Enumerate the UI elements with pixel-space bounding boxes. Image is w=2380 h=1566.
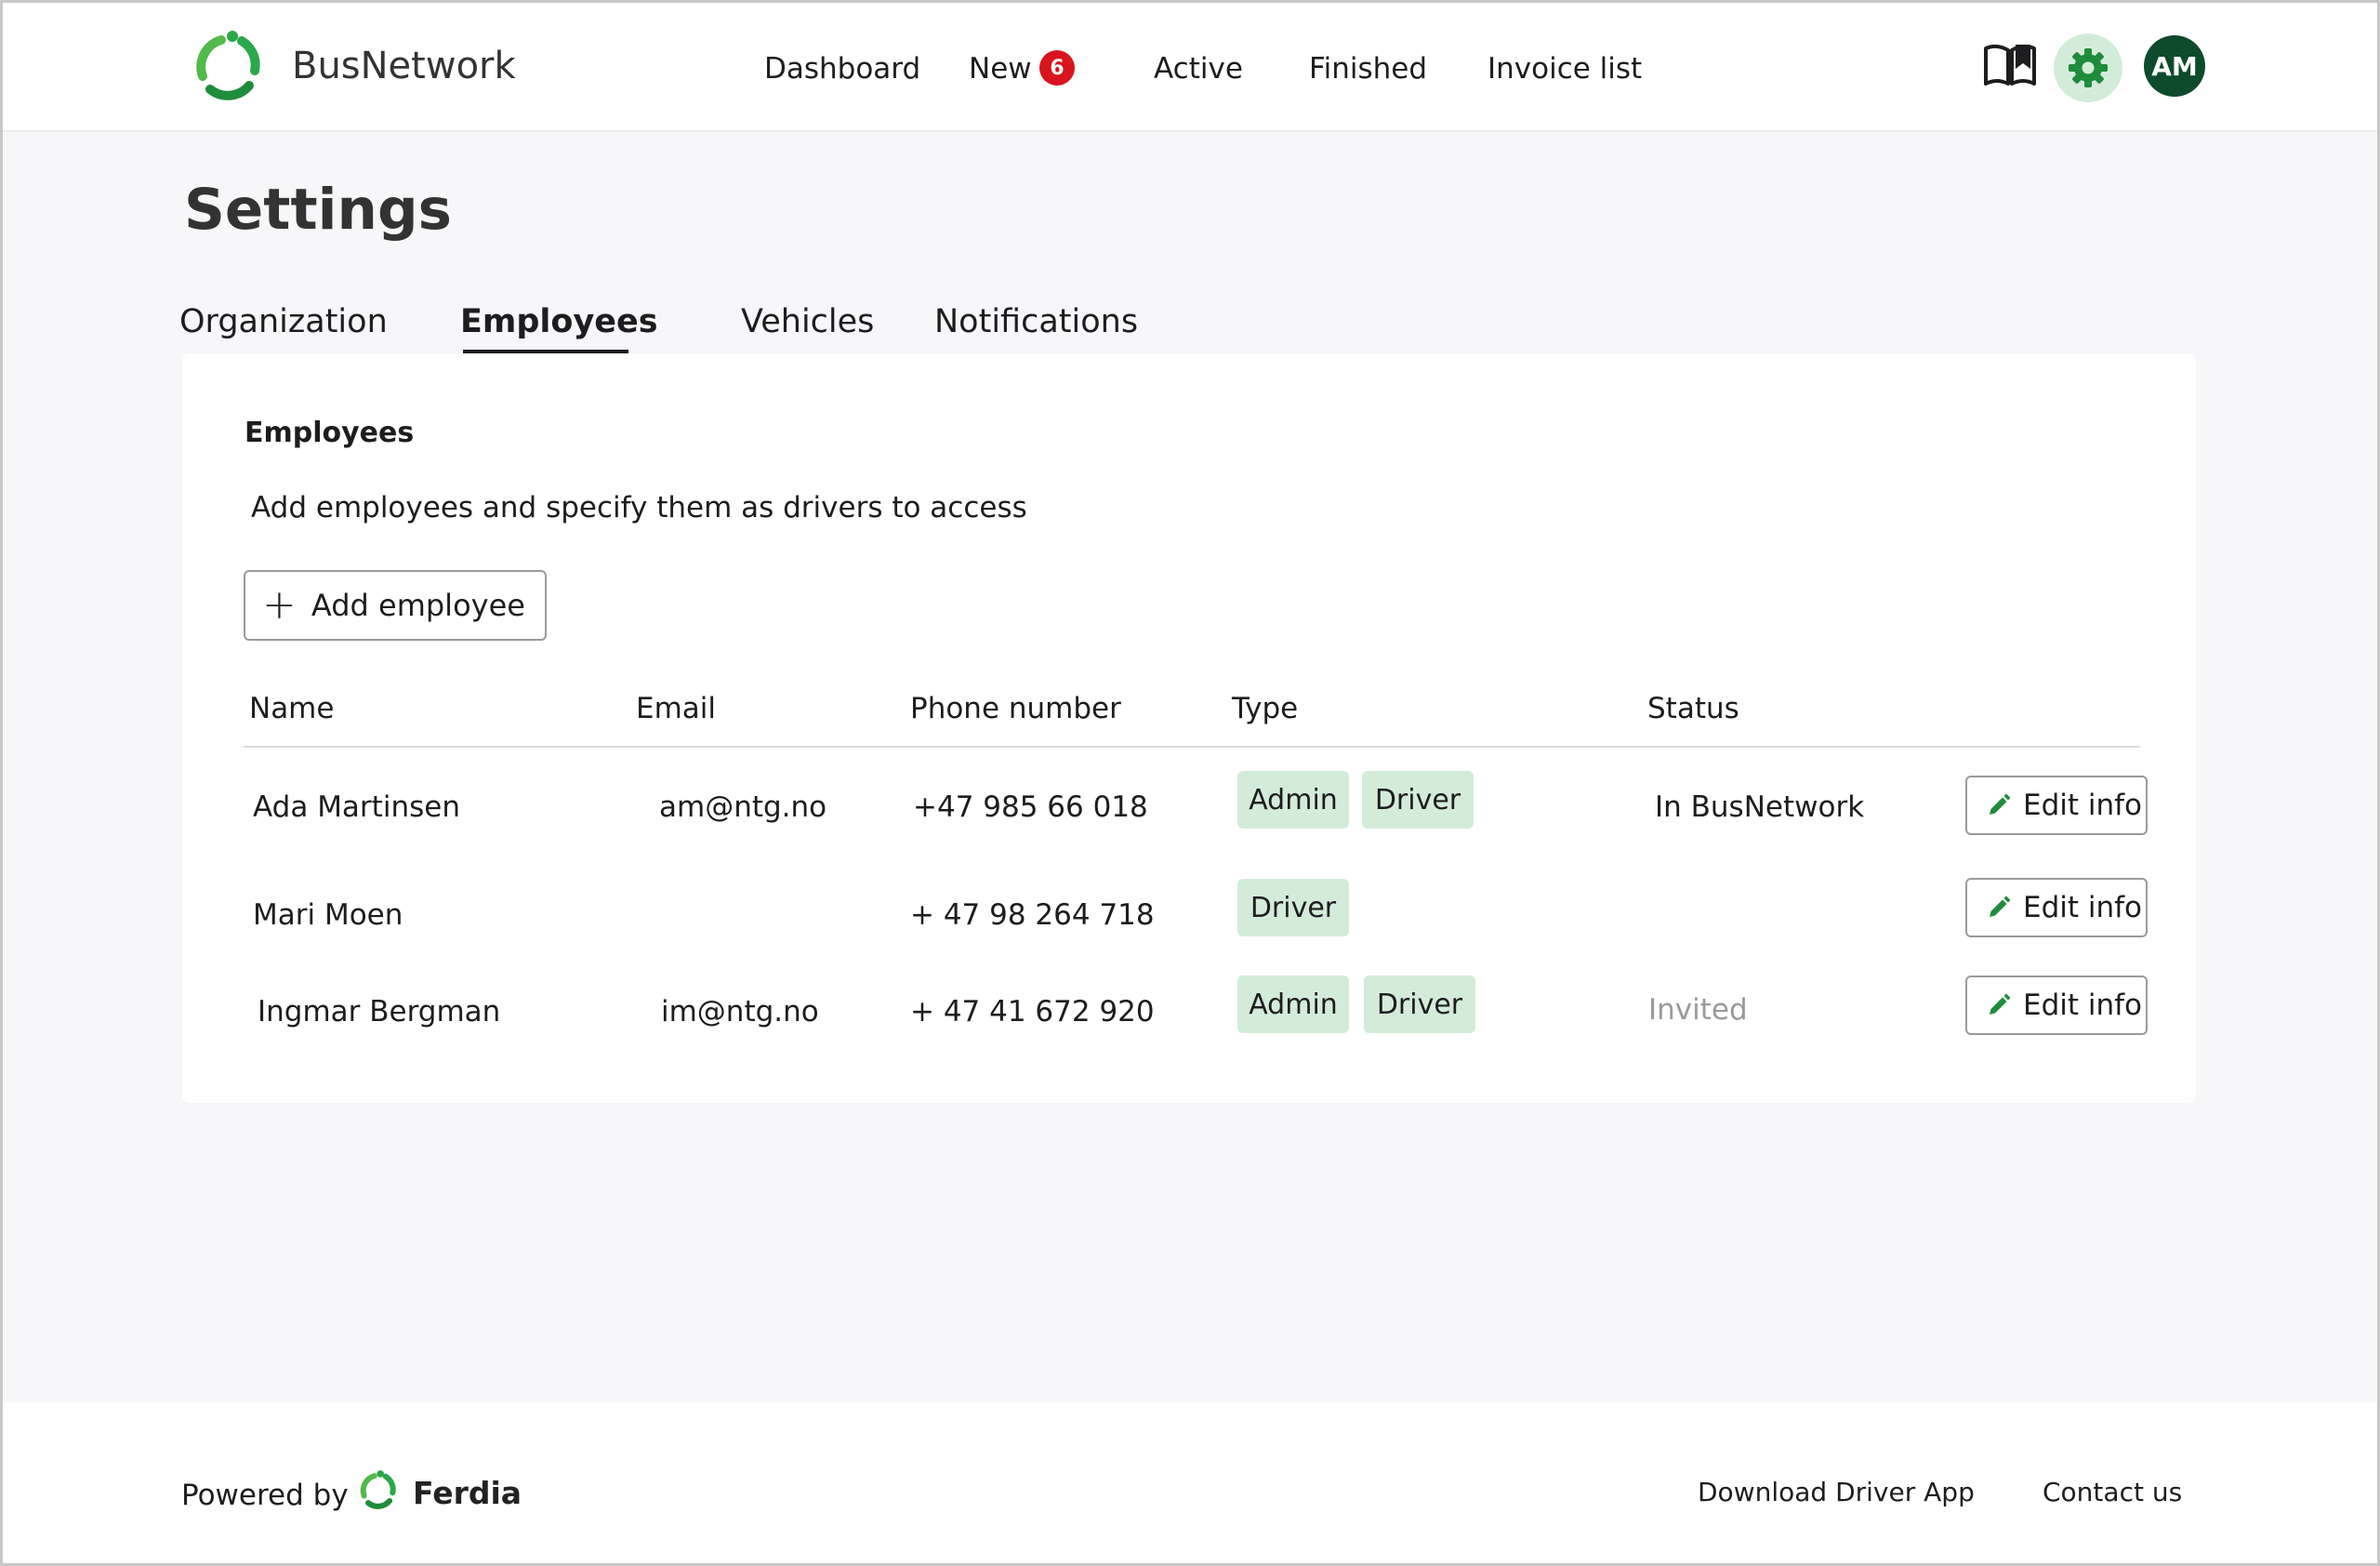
nav-finished[interactable]: Finished xyxy=(1309,52,1427,86)
column-header-type: Type xyxy=(1232,692,1299,725)
busnetwork-logo-icon[interactable] xyxy=(190,28,268,106)
plus-icon: + xyxy=(262,581,297,629)
edit-info-button[interactable]: Edit info xyxy=(1965,975,2148,1035)
employee-name: Mari Moen xyxy=(253,898,403,932)
nav-dashboard[interactable]: Dashboard xyxy=(764,52,920,86)
type-tag-admin: Admin xyxy=(1237,975,1349,1033)
book-icon[interactable] xyxy=(1982,41,2038,89)
section-description: Add employees and specify them as driver… xyxy=(251,491,1027,524)
employee-name: Ada Martinsen xyxy=(253,790,460,824)
download-driver-app-link[interactable]: Download Driver App xyxy=(1698,1477,1975,1507)
type-tag-driver: Driver xyxy=(1237,879,1349,936)
employee-phone: + 47 41 672 920 xyxy=(910,995,1155,1029)
nav-new[interactable]: New xyxy=(969,52,1032,86)
column-header-status: Status xyxy=(1647,692,1739,725)
tab-employees[interactable]: Employees xyxy=(460,303,658,340)
type-tag-admin: Admin xyxy=(1237,771,1349,829)
employee-email: im@ntg.no xyxy=(661,995,819,1029)
tab-notifications[interactable]: Notifications xyxy=(934,303,1138,340)
edit-info-label: Edit info xyxy=(2023,891,2143,924)
employees-card xyxy=(182,353,2196,1103)
edit-info-button[interactable]: Edit info xyxy=(1965,878,2148,937)
edit-info-button[interactable]: Edit info xyxy=(1965,776,2148,835)
column-header-name: Name xyxy=(249,692,335,725)
add-employee-button[interactable]: + Add employee xyxy=(244,570,547,641)
gear-icon xyxy=(2069,48,2108,87)
employee-status: Invited xyxy=(1648,993,1748,1027)
brand-name[interactable]: BusNetwork xyxy=(292,45,516,87)
contact-us-link[interactable]: Contact us xyxy=(2043,1477,2182,1507)
pencil-icon xyxy=(1990,793,2011,815)
type-tag-driver: Driver xyxy=(1364,975,1475,1033)
pencil-icon xyxy=(1990,896,2011,917)
nav-active[interactable]: Active xyxy=(1154,52,1243,86)
user-avatar[interactable]: AM xyxy=(2144,35,2205,97)
employee-phone: +47 985 66 018 xyxy=(913,790,1148,824)
ferdia-logo-icon[interactable] xyxy=(357,1469,400,1512)
table-header-divider xyxy=(244,746,2140,748)
employee-email: am@ntg.no xyxy=(659,790,827,824)
employee-phone: + 47 98 264 718 xyxy=(910,898,1155,932)
type-tag-driver: Driver xyxy=(1362,771,1474,829)
column-header-email: Email xyxy=(636,692,717,725)
section-title: Employees xyxy=(245,417,415,449)
column-header-phone: Phone number xyxy=(910,692,1121,725)
new-count-badge: 6 xyxy=(1039,50,1075,86)
employee-name: Ingmar Bergman xyxy=(258,995,501,1029)
tab-organization[interactable]: Organization xyxy=(179,303,388,340)
employee-status: In BusNetwork xyxy=(1655,790,1865,824)
powered-by-label: Powered by xyxy=(181,1479,349,1512)
edit-info-label: Edit info xyxy=(2023,989,2143,1022)
top-header: BusNetwork Dashboard New 6 Active Finish… xyxy=(0,0,2380,132)
add-employee-label: Add employee xyxy=(311,588,525,623)
page-title: Settings xyxy=(184,177,452,243)
settings-button[interactable] xyxy=(2054,33,2122,102)
tab-vehicles[interactable]: Vehicles xyxy=(741,303,874,340)
ferdia-brand[interactable]: Ferdia xyxy=(413,1475,522,1511)
nav-invoice-list[interactable]: Invoice list xyxy=(1488,52,1642,86)
pencil-icon xyxy=(1990,993,2011,1015)
edit-info-label: Edit info xyxy=(2023,789,2143,822)
